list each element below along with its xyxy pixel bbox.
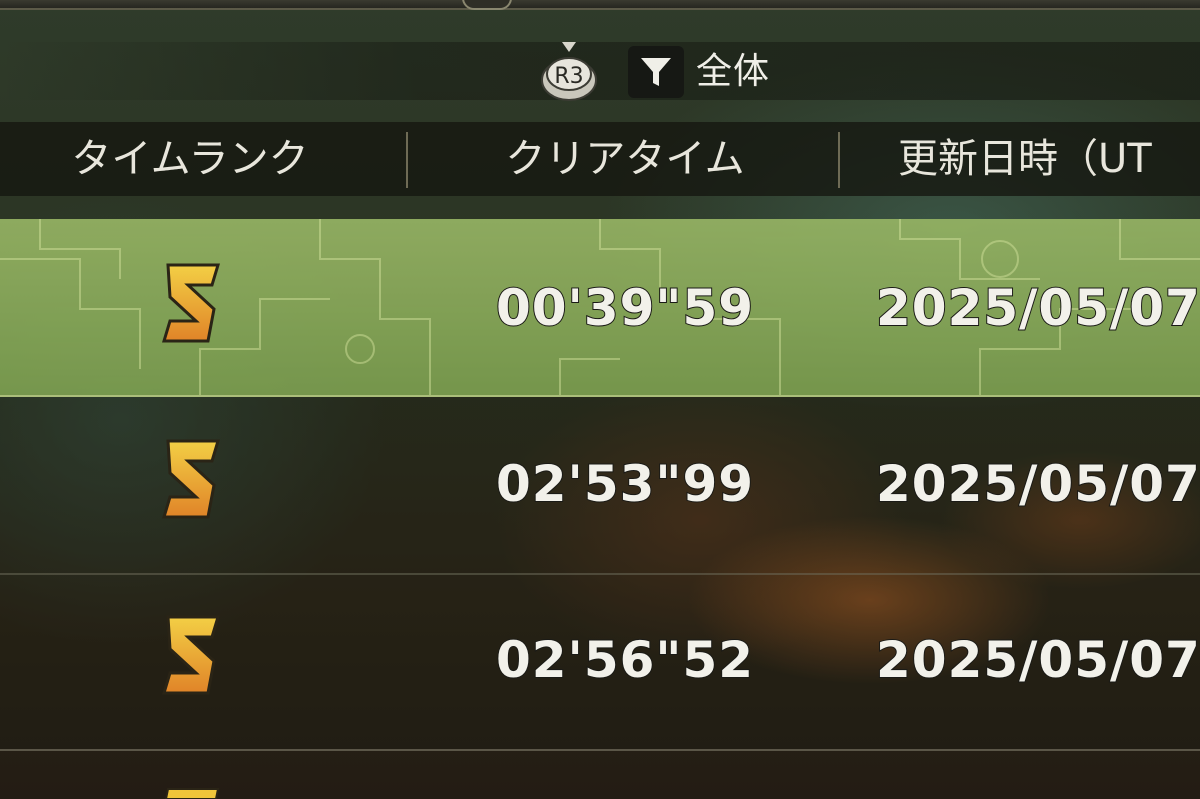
r3-button-label: R3 [554, 64, 583, 89]
clear-time-value: 02'53"99 [495, 454, 755, 514]
rank-s-icon [162, 615, 220, 695]
column-header-updated[interactable]: 更新日時（UT [898, 122, 1200, 196]
column-header-rank[interactable]: タイムランク [20, 122, 360, 196]
column-header-clear-time[interactable]: クリアタイム [410, 122, 840, 196]
top-frame-ornament [462, 0, 512, 10]
updated-date-value: 2025/05/07 ( [875, 630, 1200, 690]
clear-time-value: 02'56"52 [495, 630, 755, 690]
rank-s-icon [162, 263, 220, 343]
updated-date-value: 2025/05/07 ( [875, 278, 1200, 338]
top-frame-edge [0, 0, 1200, 10]
column-divider [838, 132, 840, 188]
r3-button-icon[interactable]: R3 [538, 40, 600, 104]
filter-bar [0, 42, 1200, 100]
table-row-selected[interactable]: 00'39"59 2025/05/07 ( [0, 219, 1200, 397]
filter-label: 全体 [696, 51, 771, 92]
column-divider [406, 132, 408, 188]
table-row[interactable]: 02'53"99 2025/05/07 ( [0, 397, 1200, 575]
clear-time-value: 00'39"59 [495, 278, 755, 338]
filter-funnel-icon [641, 58, 671, 86]
updated-date-value: 2025/05/07 ( [875, 454, 1200, 514]
filter-button[interactable] [628, 46, 684, 98]
table-row[interactable]: 02'56"52 2025/05/07 ( [0, 573, 1200, 751]
rank-s-icon [162, 439, 220, 519]
rank-s-icon-partial [164, 788, 220, 799]
table-header: タイムランク クリアタイム 更新日時（UT [0, 122, 1200, 196]
